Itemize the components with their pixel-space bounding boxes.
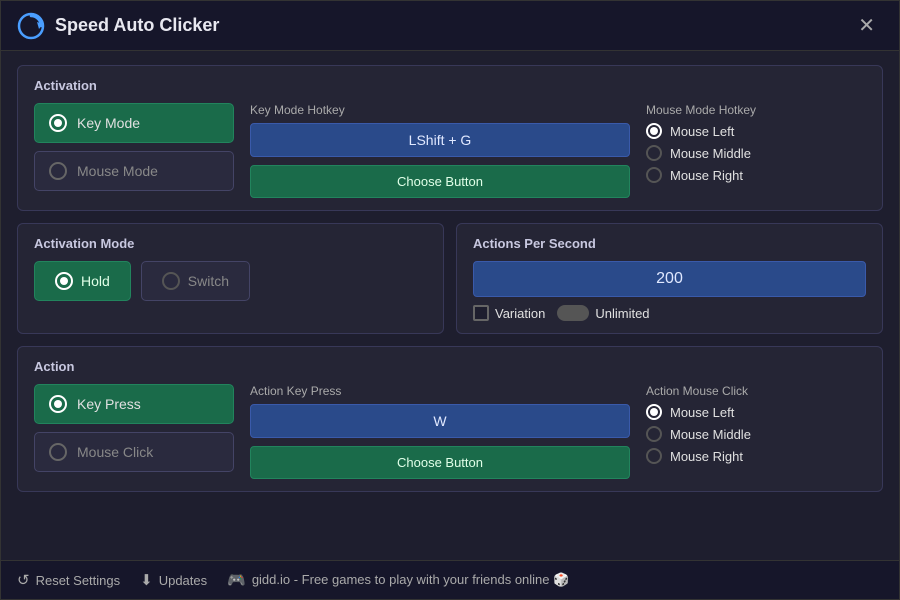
hold-button[interactable]: Hold bbox=[34, 261, 131, 301]
action-inner: Key Press Mouse Click Action Key Press W… bbox=[34, 384, 866, 479]
activation-mode-title: Activation Mode bbox=[34, 236, 427, 251]
action-mouse-middle-option[interactable]: Mouse Middle bbox=[646, 426, 866, 442]
mouse-mode-hotkey-label: Mouse Mode Hotkey bbox=[646, 103, 866, 117]
title-bar: Speed Auto Clicker ✕ bbox=[1, 1, 899, 51]
hold-radio bbox=[55, 272, 73, 290]
action-mouse-right-radio bbox=[646, 448, 662, 464]
action-key-press-label: Action Key Press bbox=[250, 384, 630, 398]
updates-label: Updates bbox=[159, 573, 207, 588]
mouse-right-option[interactable]: Mouse Right bbox=[646, 167, 866, 183]
activation-section: Activation Key Mode Mouse Mode Key Mode … bbox=[17, 65, 883, 211]
mouse-mode-radio bbox=[49, 162, 67, 180]
mouse-mode-hotkey-area: Mouse Mode Hotkey Mouse Left Mouse Middl… bbox=[646, 103, 866, 198]
activation-mode-buttons: Key Mode Mouse Mode bbox=[34, 103, 234, 198]
mouse-right-label: Mouse Right bbox=[670, 168, 743, 183]
mouse-click-button[interactable]: Mouse Click bbox=[34, 432, 234, 472]
main-window: Speed Auto Clicker ✕ Activation Key Mode… bbox=[0, 0, 900, 600]
action-mouse-right-option[interactable]: Mouse Right bbox=[646, 448, 866, 464]
aps-section: Actions Per Second Variation Unlimited bbox=[456, 223, 883, 334]
key-mode-hotkey-label: Key Mode Hotkey bbox=[250, 103, 630, 117]
footer: ↺ Reset Settings ⬇ Updates 🎮 gidd.io - F… bbox=[1, 560, 899, 599]
key-mode-button[interactable]: Key Mode bbox=[34, 103, 234, 143]
reset-settings-item[interactable]: ↺ Reset Settings bbox=[17, 571, 120, 589]
switch-radio bbox=[162, 272, 180, 290]
action-mouse-click-label: Action Mouse Click bbox=[646, 384, 866, 398]
aps-options: Variation Unlimited bbox=[473, 305, 866, 321]
main-content: Activation Key Mode Mouse Mode Key Mode … bbox=[1, 51, 899, 560]
key-press-radio bbox=[49, 395, 67, 413]
action-mouse-right-label: Mouse Right bbox=[670, 449, 743, 464]
unlimited-label: Unlimited bbox=[595, 306, 649, 321]
mode-buttons: Hold Switch bbox=[34, 261, 427, 301]
reset-label: Reset Settings bbox=[36, 573, 121, 588]
action-mouse-left-label: Mouse Left bbox=[670, 405, 734, 420]
mouse-middle-label: Mouse Middle bbox=[670, 146, 751, 161]
action-key-press-area: Action Key Press W Choose Button bbox=[250, 384, 630, 479]
unlimited-toggle[interactable] bbox=[557, 305, 589, 321]
mouse-mode-button[interactable]: Mouse Mode bbox=[34, 151, 234, 191]
switch-button[interactable]: Switch bbox=[141, 261, 250, 301]
action-mouse-left-option[interactable]: Mouse Left bbox=[646, 404, 866, 420]
aps-input[interactable] bbox=[473, 261, 866, 297]
key-mode-label: Key Mode bbox=[77, 115, 140, 131]
activation-title: Activation bbox=[34, 78, 866, 93]
mouse-left-option[interactable]: Mouse Left bbox=[646, 123, 866, 139]
unlimited-option[interactable]: Unlimited bbox=[557, 305, 649, 321]
hold-label: Hold bbox=[81, 273, 110, 289]
mouse-middle-radio bbox=[646, 145, 662, 161]
title-bar-left: Speed Auto Clicker bbox=[17, 12, 219, 40]
key-mode-choose-button[interactable]: Choose Button bbox=[250, 165, 630, 198]
variation-option[interactable]: Variation bbox=[473, 305, 545, 321]
activation-mode-section: Activation Mode Hold Switch bbox=[17, 223, 444, 334]
updates-item[interactable]: ⬇ Updates bbox=[140, 571, 207, 589]
action-mouse-click-area: Action Mouse Click Mouse Left Mouse Midd… bbox=[646, 384, 866, 479]
action-mode-buttons: Key Press Mouse Click bbox=[34, 384, 234, 479]
mouse-left-radio bbox=[646, 123, 662, 139]
reset-icon: ↺ bbox=[17, 571, 30, 589]
key-mode-hotkey-area: Key Mode Hotkey LShift + G Choose Button bbox=[250, 103, 630, 198]
key-mode-hotkey-display[interactable]: LShift + G bbox=[250, 123, 630, 157]
action-choose-button[interactable]: Choose Button bbox=[250, 446, 630, 479]
action-section: Action Key Press Mouse Click Action Key … bbox=[17, 346, 883, 492]
mouse-click-label: Mouse Click bbox=[77, 444, 153, 460]
mouse-click-radio bbox=[49, 443, 67, 461]
action-mouse-middle-label: Mouse Middle bbox=[670, 427, 751, 442]
action-mouse-options: Mouse Left Mouse Middle Mouse Right bbox=[646, 404, 866, 464]
app-title: Speed Auto Clicker bbox=[55, 15, 219, 36]
action-title: Action bbox=[34, 359, 866, 374]
mouse-left-label: Mouse Left bbox=[670, 124, 734, 139]
updates-icon: ⬇ bbox=[140, 571, 153, 589]
mouse-middle-option[interactable]: Mouse Middle bbox=[646, 145, 866, 161]
key-mode-radio bbox=[49, 114, 67, 132]
close-button[interactable]: ✕ bbox=[850, 11, 883, 40]
key-press-button[interactable]: Key Press bbox=[34, 384, 234, 424]
action-mouse-left-radio bbox=[646, 404, 662, 420]
action-key-display[interactable]: W bbox=[250, 404, 630, 438]
mouse-hotkey-options: Mouse Left Mouse Middle Mouse Right bbox=[646, 123, 866, 183]
gidd-label: gidd.io - Free games to play with your f… bbox=[252, 572, 570, 588]
middle-row: Activation Mode Hold Switch Actions Per … bbox=[17, 223, 883, 334]
mouse-right-radio bbox=[646, 167, 662, 183]
aps-title: Actions Per Second bbox=[473, 236, 866, 251]
switch-label: Switch bbox=[188, 273, 229, 289]
variation-label: Variation bbox=[495, 306, 545, 321]
gidd-icon: 🎮 bbox=[227, 571, 246, 589]
variation-checkbox[interactable] bbox=[473, 305, 489, 321]
key-press-label: Key Press bbox=[77, 396, 141, 412]
action-mouse-middle-radio bbox=[646, 426, 662, 442]
mouse-mode-label: Mouse Mode bbox=[77, 163, 158, 179]
app-icon bbox=[17, 12, 45, 40]
gidd-item[interactable]: 🎮 gidd.io - Free games to play with your… bbox=[227, 571, 569, 589]
activation-inner: Key Mode Mouse Mode Key Mode Hotkey LShi… bbox=[34, 103, 866, 198]
